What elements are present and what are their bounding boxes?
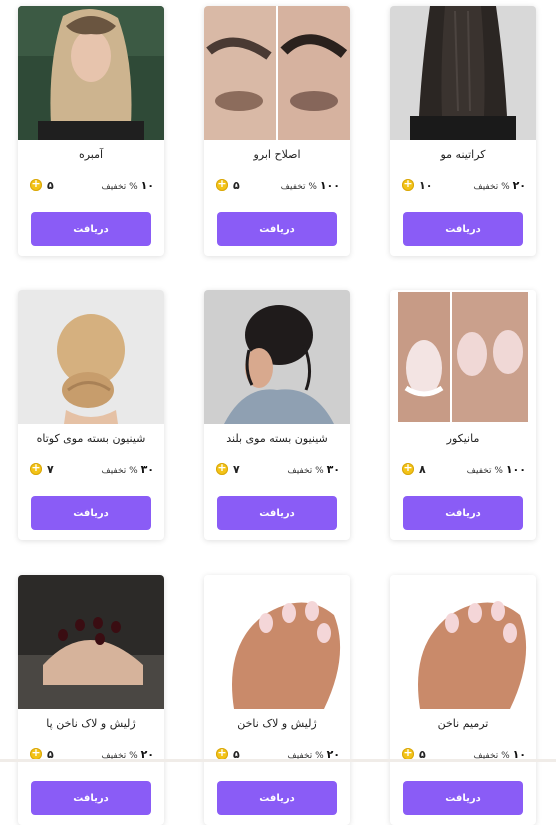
receive-button[interactable]: دریافت [31,212,151,246]
service-name: ژلیش و لاک ناخن پا [46,717,136,730]
offer-card-gel-toenail[interactable]: ژلیش و لاک ناخن پا ۵ ۲۰ % تخفیف دریافت [18,575,164,825]
keratin-hair-image [390,6,536,140]
receive-button[interactable]: دریافت [403,781,523,815]
coin-cost: ۸ [402,461,426,476]
coin-cost: ۵ [30,177,54,192]
service-name: شینیون بسته موی کوتاه [36,432,146,445]
gel-nail-image [204,575,350,709]
receive-button[interactable]: دریافت [31,781,151,815]
service-name: ژلیش و لاک ناخن [237,717,317,730]
coin-cost: ۱۰ [402,177,432,192]
offer-card-gel-nail[interactable]: ژلیش و لاک ناخن ۵ ۲۰ % تخفیف دریافت [204,575,350,825]
receive-button[interactable]: دریافت [217,496,337,530]
coin-icon [216,461,228,475]
receive-button[interactable]: دریافت [217,212,337,246]
updo-long-image [204,290,350,424]
coin-cost: ۷ [30,461,54,476]
service-name: اصلاح ابرو [253,148,301,161]
offer-card-updo-short[interactable]: شینیون بسته موی کوتاه ۷ ۳۰ % تخفیف دریاف… [18,290,164,540]
discount-text: ۱۰۰ % تخفیف [280,178,340,192]
coin-cost: ۵ [216,177,240,192]
coin-icon [402,177,414,191]
offer-card-manicure[interactable]: مانیکور ۸ ۱۰۰ % تخفیف دریافت [390,290,536,540]
updo-short-image [18,290,164,424]
receive-button[interactable]: دریافت [403,496,523,530]
service-name: مانیکور [446,432,480,445]
eyebrow-image [204,6,350,140]
discount-text: ۲۰ % تخفیف [473,178,526,192]
receive-button[interactable]: دریافت [403,212,523,246]
service-name: آمبره [78,148,104,161]
service-name: کراتینه مو [440,148,486,161]
coin-icon [216,177,228,191]
manicure-image [390,290,536,424]
coin-cost: ۷ [216,461,240,476]
ombre-hair-image [18,6,164,140]
nail-repair-image [390,575,536,709]
discount-text: ۱۰ % تخفیف [101,178,154,192]
gel-toenail-image [18,575,164,709]
service-name: ترمیم ناخن [437,717,489,730]
offer-card-ombre[interactable]: آمبره ۵ ۱۰ % تخفیف دریافت [18,6,164,256]
offer-card-keratin[interactable]: کراتینه مو ۱۰ ۲۰ % تخفیف دریافت [390,6,536,256]
receive-button[interactable]: دریافت [31,496,151,530]
discount-text: ۳۰ % تخفیف [101,462,154,476]
discount-text: ۳۰ % تخفیف [287,462,340,476]
coin-icon [30,461,42,475]
receive-button[interactable]: دریافت [217,781,337,815]
offer-card-nail-repair[interactable]: ترمیم ناخن ۵ ۱۰ % تخفیف دریافت [390,575,536,825]
offer-card-eyebrow[interactable]: اصلاح ابرو ۵ ۱۰۰ % تخفیف دریافت [204,6,350,256]
coin-icon [30,177,42,191]
service-name: شینیون بسته موی بلند [226,432,328,445]
offer-card-updo-long[interactable]: شینیون بسته موی بلند ۷ ۳۰ % تخفیف دریافت [204,290,350,540]
coin-icon [402,461,414,475]
discount-text: ۱۰۰ % تخفیف [466,462,526,476]
